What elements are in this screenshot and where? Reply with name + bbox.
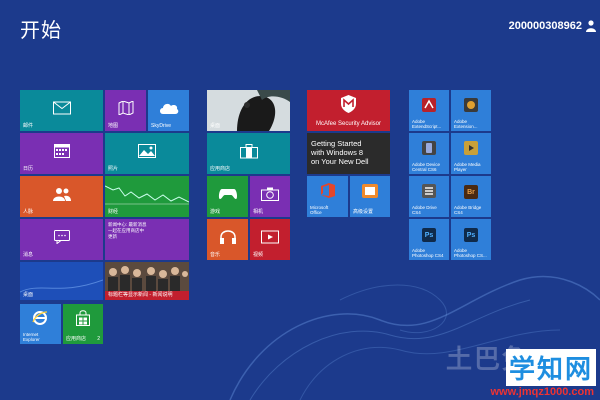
tile-label: Internet Explorer — [23, 332, 40, 342]
tile-label: 人脉 — [23, 209, 34, 215]
video-icon — [261, 230, 279, 244]
tile-label: Microsoft Office — [310, 205, 329, 215]
tile-mail[interactable]: 邮件 — [20, 90, 103, 131]
tile-app-settings[interactable]: 高级设置 — [350, 176, 390, 217]
tile-photos[interactable]: 照片 — [105, 133, 189, 174]
start-title: 开始 — [20, 20, 62, 42]
tile-label: 地图 — [108, 123, 119, 129]
tile-label: 音乐 — [210, 252, 221, 258]
tile-label: 日历 — [23, 166, 34, 172]
tile-label: 相机 — [253, 209, 264, 215]
store-badge: 2 — [97, 336, 100, 342]
tile-messaging[interactable]: 消息 — [20, 219, 103, 260]
tile-adobe-extension[interactable]: Adobe Extension... — [451, 90, 491, 131]
adobe-extendscript-icon — [422, 98, 436, 112]
tile-label: 高级设置 — [353, 209, 374, 215]
mcafee-shield-icon — [341, 95, 356, 113]
tile-label: Adobe Media Player — [454, 162, 481, 172]
dell-text: Getting Started with Windows 8 on Your New… — [311, 139, 369, 166]
tile-music[interactable]: 音乐 — [207, 219, 248, 260]
office-icon — [321, 183, 335, 198]
tile-label: 游戏 — [210, 209, 221, 215]
tile-label: 桌面 — [210, 123, 221, 129]
tile-label: Adobe Photoshop CS4 — [412, 248, 444, 258]
tile-xbox-games[interactable]: 游戏 — [207, 176, 248, 217]
user-name: 200000308962 — [508, 20, 582, 32]
tile-news-center[interactable]: 新闻中心: 最新消息 一起在应用商店中更新 — [105, 219, 189, 260]
tile-adobe-extendscript[interactable]: Adobe ExtendScript... — [409, 90, 449, 131]
ie-icon — [32, 311, 48, 325]
photoshop-icon: Ps — [422, 228, 436, 242]
tile-label: Adobe Bridge CS4 — [454, 205, 482, 215]
adobe-extension-icon — [464, 98, 478, 112]
tile-label: 桌面 — [23, 292, 34, 298]
tile-camera[interactable]: 相机 — [250, 176, 290, 217]
tile-office[interactable]: Microsoft Office — [307, 176, 348, 217]
news-text: 新闻中心: 最新消息 一起在应用商店中更新 — [108, 222, 147, 239]
stock-chart-icon — [105, 185, 189, 205]
tile-adobe-media-player[interactable]: Adobe Media Player — [451, 133, 491, 174]
tile-finance[interactable]: 财经 — [105, 176, 189, 217]
controller-icon — [218, 189, 237, 200]
people-icon — [52, 188, 71, 202]
tile-adobe-bridge[interactable]: Br Adobe Bridge CS4 — [451, 176, 491, 217]
photos-icon — [138, 144, 156, 159]
bridge-icon: Br — [464, 185, 478, 199]
tile-desktop-photo[interactable]: 桌面 — [207, 90, 290, 131]
watermark-logo: 学知网 — [505, 349, 596, 386]
tile-calendar[interactable]: 日历 — [20, 133, 103, 174]
tile-label: 照片 — [108, 166, 119, 172]
tile-label: 消息 — [23, 252, 34, 258]
tile-adobe-photoshop-cs4[interactable]: Ps Adobe Photoshop CS4 — [409, 219, 449, 260]
tile-maps[interactable]: 地图 — [105, 90, 146, 131]
user-account[interactable]: 200000308962 — [509, 20, 596, 32]
briefcase-icon — [239, 144, 258, 159]
store-bag-icon — [76, 310, 90, 326]
media-player-icon — [464, 141, 478, 155]
tile-store[interactable]: 应用商店 2 — [63, 304, 103, 344]
tile-label: 应用商店 — [66, 336, 87, 342]
camera-icon — [261, 187, 279, 202]
tile-skydrive[interactable]: SkyDrive — [148, 90, 189, 131]
tile-adobe-device-central[interactable]: Adobe Device Central CS6 — [409, 133, 449, 174]
tile-label: Adobe Extension... — [454, 119, 478, 129]
tile-label: 财经 — [108, 209, 119, 215]
tile-internet-explorer[interactable]: Internet Explorer — [20, 304, 61, 344]
tile-label: 应用商店 — [210, 166, 231, 172]
chat-icon — [53, 230, 70, 245]
device-central-icon — [422, 141, 436, 155]
tile-people[interactable]: 人脉 — [20, 176, 103, 217]
tile-label: 视频 — [253, 252, 264, 258]
tile-video[interactable]: 视频 — [250, 219, 290, 260]
mcafee-label: McAfee Security Advisor — [315, 121, 382, 127]
tile-label: Adobe ExtendScript... — [412, 119, 442, 129]
tile-label: 标题栏等显示新闻 - 新闻说明 — [108, 292, 173, 298]
tile-adobe-photoshop-cs[interactable]: Ps Adobe Photoshop CS... — [451, 219, 491, 260]
map-icon — [118, 101, 133, 116]
tile-label: Adobe Drive CS4 — [412, 205, 437, 215]
watermark-url: www.jmqz1000.com — [490, 386, 594, 398]
tile-store-2[interactable]: 应用商店 — [207, 133, 290, 174]
tile-desktop[interactable]: 桌面 — [20, 262, 103, 300]
app-icon — [362, 184, 378, 198]
calendar-icon — [53, 144, 70, 159]
tile-label: Adobe Photoshop CS... — [454, 248, 487, 258]
avatar-icon — [586, 20, 596, 32]
tile-label: Adobe Device Central CS6 — [412, 162, 441, 172]
headphones-icon — [219, 230, 236, 245]
tile-dell-getting-started[interactable]: Getting Started with Windows 8 on Your New… — [307, 133, 390, 174]
photoshop-icon: Ps — [464, 228, 478, 242]
tile-mcafee[interactable]: McAfee Security Advisor — [307, 90, 390, 131]
cloud-icon — [159, 104, 178, 115]
mail-icon — [52, 101, 71, 115]
tile-news[interactable]: 标题栏等显示新闻 - 新闻说明 — [105, 262, 189, 300]
tile-label: 邮件 — [23, 123, 34, 129]
tile-adobe-drive[interactable]: Adobe Drive CS4 — [409, 176, 449, 217]
adobe-drive-icon — [422, 184, 436, 198]
tile-label: SkyDrive — [151, 123, 172, 129]
